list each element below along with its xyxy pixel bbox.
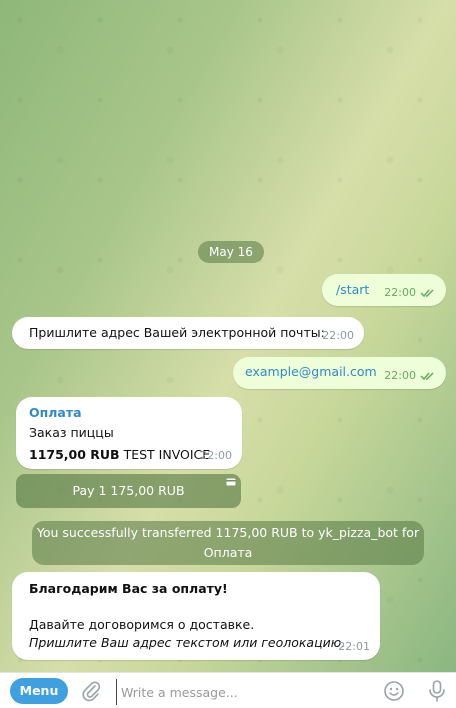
message-time: 22:00 (322, 329, 354, 342)
invoice-amount: 1175,00 RUB (29, 447, 120, 462)
message-time: 22:00 (200, 449, 232, 462)
thanks-line2: Пришлите Ваш адрес текстом или геолокаци… (29, 635, 346, 650)
incoming-message[interactable]: Пришлите адрес Вашей электронной почты: … (12, 317, 364, 349)
menu-button[interactable]: Menu (10, 678, 68, 704)
message-meta: 22:01 (338, 640, 370, 653)
outgoing-message[interactable]: /start 22:00 (322, 274, 446, 306)
invoice-amount-row: 1175,00 RUB TEST INVOICE (29, 447, 210, 462)
incoming-message[interactable]: Благодарим Вас за оплату! Давайте догово… (12, 572, 380, 660)
message-time: 22:00 (384, 369, 416, 382)
message-meta: 22:00 (384, 369, 436, 382)
double-check-icon (420, 288, 434, 297)
date-separator: May 16 (198, 241, 264, 263)
chat-area: May 16 /start 22:00 Пришлите адрес Вашей… (0, 0, 456, 672)
message-meta: 22:00 (322, 329, 354, 342)
message-meta: 22:00 (200, 449, 232, 462)
thanks-line1: Давайте договоримся о доставке. (29, 617, 255, 632)
invoice-message[interactable]: Оплата Заказ пиццы 1175,00 RUB TEST INVO… (16, 397, 242, 469)
command-link[interactable]: /start (336, 282, 369, 297)
invoice-title[interactable]: Оплата (29, 405, 82, 420)
message-input[interactable] (116, 679, 375, 705)
outgoing-message[interactable]: example@gmail.com 22:00 (233, 357, 446, 389)
card-icon (226, 478, 236, 486)
service-message: You successfully transferred 1175,00 RUB… (32, 521, 424, 565)
message-time: 22:01 (338, 640, 370, 653)
thanks-title: Благодарим Вас за оплату! (29, 581, 228, 596)
pay-button[interactable]: Pay 1 175,00 RUB (16, 474, 241, 508)
microphone-icon[interactable] (426, 679, 448, 703)
double-check-icon (420, 371, 434, 380)
invoice-description: Заказ пиццы (29, 425, 114, 440)
message-text: Пришлите адрес Вашей электронной почты: (29, 325, 325, 340)
message-time: 22:00 (384, 286, 416, 299)
pay-button-label: Pay 1 175,00 RUB (72, 483, 185, 498)
message-meta: 22:00 (384, 286, 436, 299)
emoji-icon[interactable] (383, 680, 405, 702)
invoice-tag: TEST INVOICE (123, 447, 211, 462)
paperclip-icon[interactable] (80, 680, 102, 702)
email-link[interactable]: example@gmail.com (245, 364, 377, 379)
message-composer: Menu (0, 672, 456, 708)
